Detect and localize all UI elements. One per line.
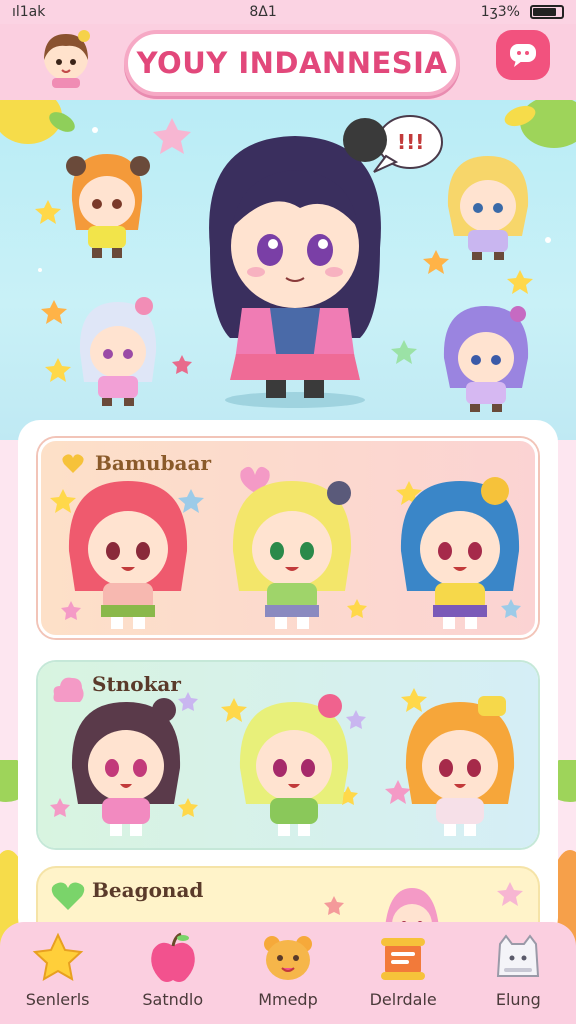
bear-icon <box>263 936 312 980</box>
nav-label: Mmedp <box>258 990 318 1009</box>
character-lime-hair[interactable] <box>234 692 354 842</box>
chat-button[interactable] <box>496 30 550 80</box>
nav-label: Senlerls <box>25 990 90 1009</box>
cat-icon <box>497 934 540 977</box>
signal-text: ıl1ak <box>12 4 46 20</box>
character-blue-hair[interactable] <box>395 471 525 631</box>
apple-icon <box>150 932 195 982</box>
character-blonde[interactable] <box>440 152 536 262</box>
nav-item-mmedp[interactable]: Mmedp <box>238 932 338 1009</box>
app-title: YOUY INDANNESIA <box>136 46 448 80</box>
character-red-hair[interactable] <box>63 471 193 631</box>
status-time: 8Δ1 <box>249 4 277 20</box>
section-card[interactable]: Stnokar <box>38 662 538 848</box>
hero-banner: !!! <box>0 100 576 440</box>
character-yellow-hair[interactable] <box>227 471 357 631</box>
status-bar: ıl1ak 8Δ1 1ʒ3% <box>0 0 576 24</box>
section-card[interactable]: Bamubaar <box>38 438 538 638</box>
profile-avatar[interactable] <box>36 28 96 88</box>
nav-item-delrdale[interactable]: Delrdale <box>353 932 453 1009</box>
nav-item-satndlo[interactable]: Satndlo <box>123 932 223 1009</box>
character-orange-hair[interactable] <box>62 150 152 260</box>
star-icon <box>32 932 83 981</box>
nav-item-elung[interactable]: Elung <box>468 932 568 1009</box>
nav-label: Satndlo <box>142 990 204 1009</box>
app-title-banner: YOUY INDANNESIA <box>124 30 460 96</box>
nav-label: Elung <box>495 990 541 1009</box>
scroll-icon <box>381 938 426 980</box>
character-purple-hair[interactable] <box>438 300 534 412</box>
chat-icon <box>510 44 536 67</box>
character-brown-hair[interactable] <box>66 692 186 842</box>
nav-item-senlerls[interactable]: Senlerls <box>8 932 108 1009</box>
nav-label: Delrdale <box>369 990 437 1009</box>
character-silver-hair[interactable] <box>72 296 164 408</box>
main-character[interactable] <box>180 118 410 408</box>
battery-percent: 1ʒ3% <box>480 4 520 20</box>
character-orange-twin[interactable] <box>400 692 520 842</box>
battery-icon <box>530 5 564 19</box>
content-panel: Bamubaar Stnokar Beagonad <box>18 420 558 948</box>
bottom-nav: Senlerls Satndlo Mmedp Delrdale Elung <box>0 922 576 1024</box>
